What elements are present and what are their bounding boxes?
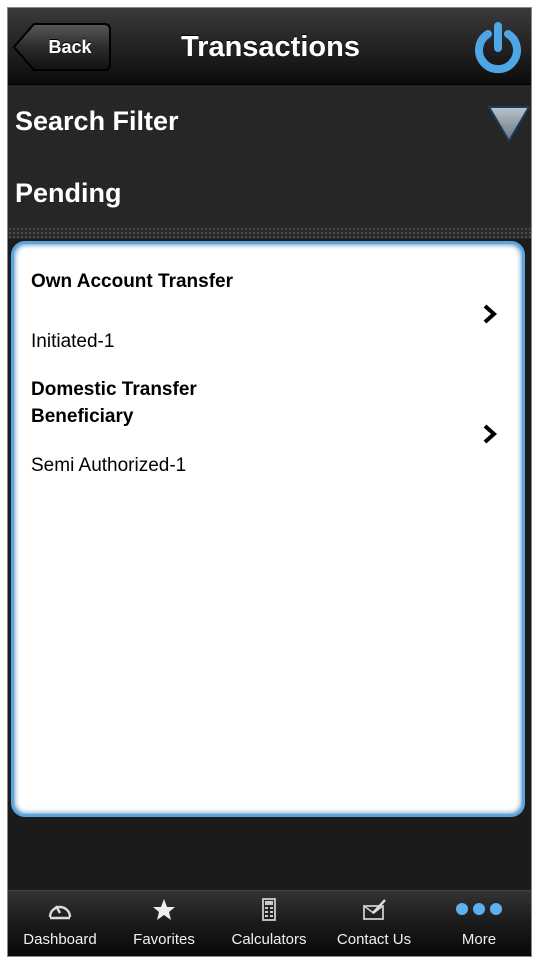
item-title: Domestic Transfer Beneficiary [31,379,197,427]
tab-dashboard[interactable]: Dashboard [8,891,112,956]
tab-label: Contact Us [336,931,412,948]
star-icon [150,898,178,922]
item-status: Semi Authorized-1 [31,455,187,476]
item-status: Initiated-1 [31,331,115,352]
chevron-right-icon [482,303,498,325]
envelope-pen-icon [360,898,388,922]
chevron-right-icon [482,423,498,445]
list-item[interactable]: Own Account Transfer Initiated-1 [14,244,522,364]
list-item[interactable]: Domestic Transfer Beneficiary Semi Autho… [14,364,522,484]
app-screen: Back Transactions Search Filter Pending … [7,7,532,957]
item-title: Own Account Transfer [31,271,233,292]
section-header: Pending [8,157,531,227]
back-label: Back [48,37,92,57]
tab-label: More [461,931,497,948]
section-label: Pending [15,178,122,208]
search-filter-row[interactable]: Search Filter [8,85,531,157]
more-dots-icon [454,898,504,922]
divider [8,227,531,239]
tab-bar: Dashboard Favorites Calculators Contact … [8,890,531,956]
transactions-card: Own Account Transfer Initiated-1 Domesti… [11,241,525,817]
tab-contact-us[interactable]: Contact Us [322,891,426,956]
tab-label: Calculators [231,931,307,948]
tab-favorites[interactable]: Favorites [112,891,216,956]
search-filter-label: Search Filter [15,106,179,136]
tab-label: Favorites [133,931,195,948]
triangle-down-icon[interactable] [487,105,531,143]
tab-more[interactable]: More [427,891,531,956]
nav-bar: Back Transactions [8,8,531,85]
back-button[interactable]: Back [12,22,112,72]
calculator-icon [255,898,283,922]
speedometer-icon [46,898,74,922]
tab-calculators[interactable]: Calculators [217,891,321,956]
page-title: Transactions [181,31,360,63]
tab-label: Dashboard [23,931,97,948]
power-icon[interactable] [471,22,525,76]
